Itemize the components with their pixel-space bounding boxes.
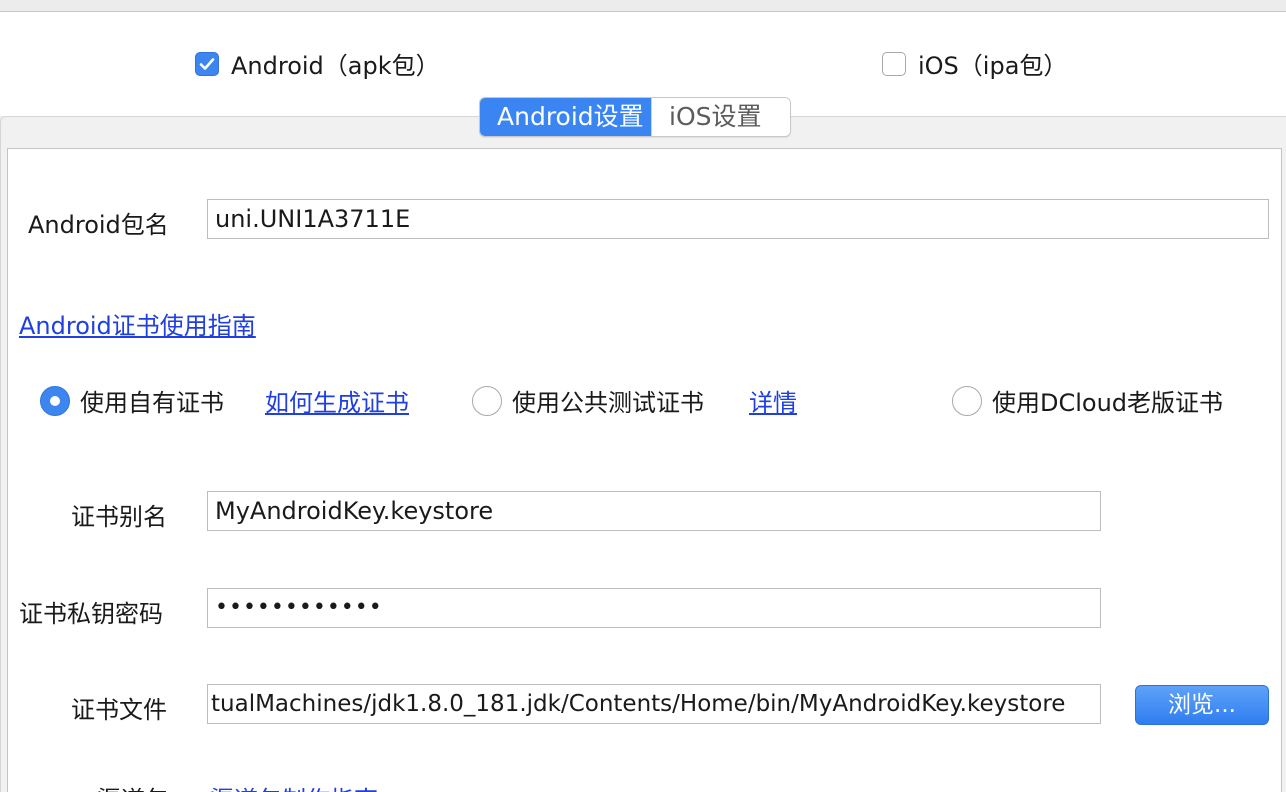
radio-dcloud-old-cert-label: 使用DCloud老版证书	[992, 389, 1224, 417]
tab-android-settings[interactable]: Android设置	[480, 98, 651, 136]
checkbox-unchecked-icon	[882, 51, 906, 76]
android-platform-checkbox[interactable]: Android（apk包）	[195, 46, 440, 81]
radio-dcloud-old-cert[interactable]: 使用DCloud老版证书	[952, 383, 1223, 418]
radio-unselected-icon	[952, 385, 982, 416]
cert-file-input[interactable]: tualMachines/jdk1.8.0_181.jdk/Contents/H…	[207, 684, 1101, 724]
ios-platform-label: iOS（ipa包）	[918, 52, 1068, 80]
android-cert-guide-link[interactable]: Android证书使用指南	[19, 306, 256, 341]
tab-ios-settings[interactable]: iOS设置	[651, 98, 790, 136]
pack-settings-window: Android（apk包） iOS（ipa包） Android设置 iOS设置 …	[0, 0, 1286, 792]
cert-alias-input[interactable]: MyAndroidKey.keystore	[207, 491, 1101, 531]
package-name-label: Android包名	[28, 211, 169, 239]
radio-selected-icon	[40, 385, 70, 416]
checkbox-checked-icon	[195, 51, 219, 76]
cert-password-input[interactable]: ••••••••••••	[207, 588, 1101, 628]
cert-file-label: 证书文件	[71, 696, 167, 724]
radio-unselected-icon	[472, 385, 502, 416]
channel-guide-link[interactable]: 渠道包制作指南	[210, 780, 378, 792]
channel-label: 渠道包	[97, 780, 169, 792]
cert-password-label: 证书私钥密码	[19, 600, 163, 628]
public-cert-details-link[interactable]: 详情	[749, 383, 797, 418]
radio-public-test-cert[interactable]: 使用公共测试证书	[472, 383, 704, 418]
package-name-input[interactable]: uni.UNI1A3711E	[207, 199, 1269, 239]
cert-alias-label: 证书别名	[71, 503, 167, 531]
ios-platform-checkbox[interactable]: iOS（ipa包）	[882, 46, 1067, 81]
radio-public-test-cert-label: 使用公共测试证书	[512, 389, 704, 417]
radio-own-cert[interactable]: 使用自有证书	[40, 383, 224, 418]
settings-tabs: Android设置 iOS设置	[479, 97, 791, 137]
android-platform-label: Android（apk包）	[231, 52, 440, 80]
radio-own-cert-label: 使用自有证书	[80, 389, 224, 417]
browse-button[interactable]: 浏览...	[1135, 685, 1269, 725]
how-to-generate-cert-link[interactable]: 如何生成证书	[265, 383, 409, 418]
